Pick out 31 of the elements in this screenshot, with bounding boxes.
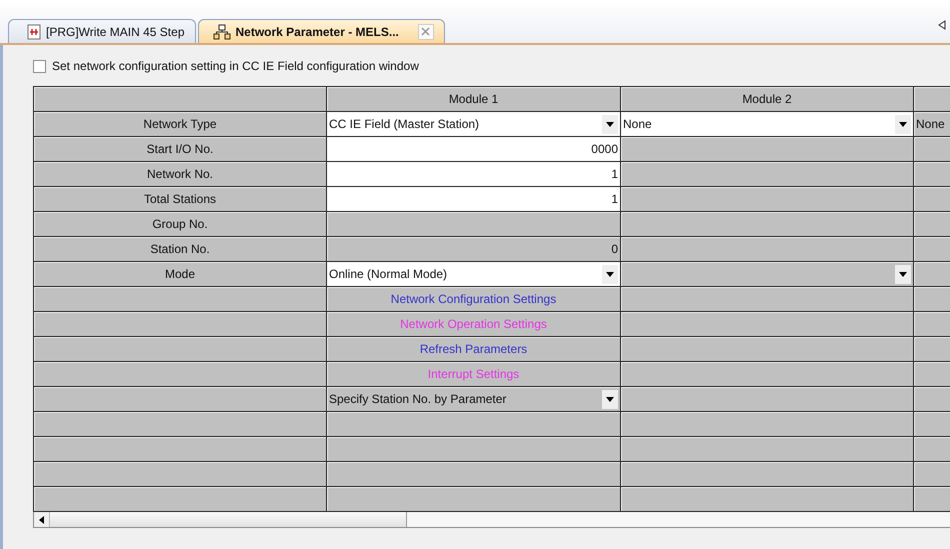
dropdown[interactable]: None xyxy=(620,112,914,136)
program-icon xyxy=(27,22,41,40)
table-cell: 0 xyxy=(326,236,620,262)
scrollbar-thumb[interactable] xyxy=(50,512,407,527)
tab[interactable]: Network Parameter - MELS... xyxy=(198,19,445,43)
settings-link[interactable]: Refresh Parameters xyxy=(326,336,620,362)
scroll-left-icon[interactable] xyxy=(938,20,946,30)
tab-label: Network Parameter - MELS... xyxy=(236,24,399,40)
dropdown[interactable]: Online (Normal Mode) xyxy=(326,262,620,286)
dropdown[interactable]: CC IE Field (Master Station) xyxy=(326,112,620,136)
settings-link[interactable]: Network Configuration Settings xyxy=(326,286,620,312)
column-header: Module 1 xyxy=(326,86,620,112)
row-label: Mode xyxy=(34,262,326,286)
input-field[interactable]: 1 xyxy=(326,186,620,212)
tab-label: [PRG]Write MAIN 45 Step xyxy=(46,24,184,40)
input-field[interactable]: 0000 xyxy=(326,136,620,162)
close-icon[interactable] xyxy=(418,24,434,40)
network-icon xyxy=(212,22,230,40)
table-cell: None xyxy=(914,112,950,136)
column-header: Module 2 xyxy=(620,86,914,112)
row-label: Station No. xyxy=(34,236,326,262)
row-label: Total Stations xyxy=(34,186,326,212)
checkbox[interactable] xyxy=(33,60,46,72)
row-label: Network Type xyxy=(34,112,326,136)
row-label: Group No. xyxy=(34,212,326,236)
left-arrow-icon xyxy=(39,516,44,524)
row-label: Network No. xyxy=(34,162,326,186)
tab[interactable]: [PRG]Write MAIN 45 Step xyxy=(8,19,196,43)
row-label: Start I/O No. xyxy=(34,136,326,162)
checkbox-label: Set network configuration setting in CC IE Field configuration window xyxy=(52,58,419,75)
input-field[interactable]: 1 xyxy=(326,162,620,186)
